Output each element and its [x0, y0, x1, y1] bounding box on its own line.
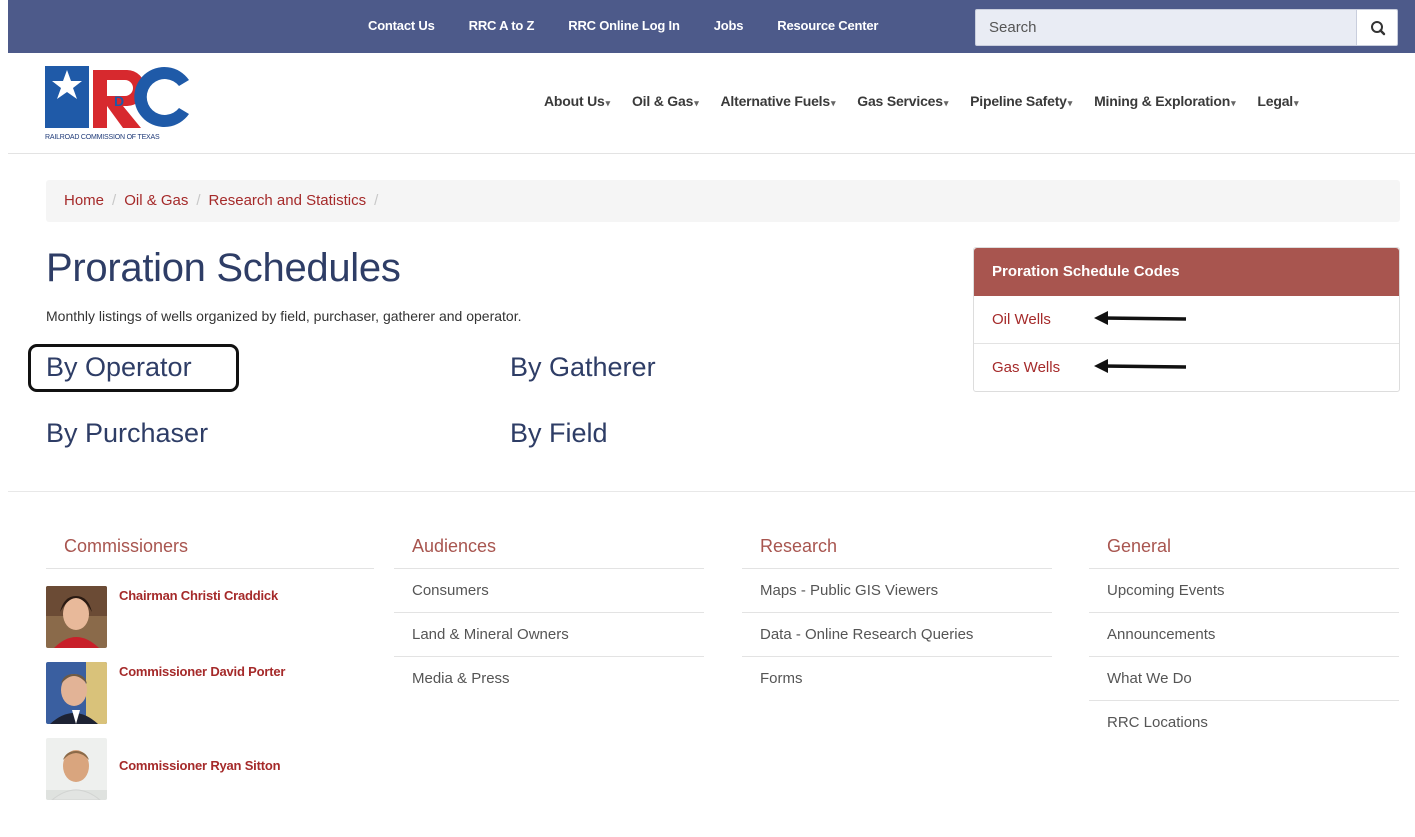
link-by-purchaser[interactable]: By Purchaser	[46, 418, 208, 449]
footer-divider	[8, 491, 1415, 492]
footer-link-upcoming-events[interactable]: Upcoming Events	[1089, 569, 1399, 613]
footer-heading-general: General	[1089, 532, 1399, 569]
commissioner-porter[interactable]: Commissioner David Porter	[46, 662, 346, 724]
link-gas-wells[interactable]: Gas Wells	[992, 359, 1060, 376]
footer-audiences: Audiences Consumers Land & Mineral Owner…	[394, 532, 704, 701]
breadcrumb-separator: /	[374, 192, 379, 209]
rrc-logo[interactable]: D RAILROAD COMMISSION OF TEXAS	[45, 66, 193, 146]
site-header: D RAILROAD COMMISSION OF TEXAS About Us▾…	[8, 53, 1415, 154]
commissioner-name: Commissioner Ryan Sitton	[119, 758, 281, 773]
dropdown-caret-icon: ▾	[830, 98, 836, 108]
avatar	[46, 738, 107, 800]
footer-link-land-mineral-owners[interactable]: Land & Mineral Owners	[394, 613, 704, 657]
dropdown-caret-icon: ▾	[605, 98, 611, 108]
search-icon	[1371, 21, 1386, 36]
main-nav: About Us▾ Oil & Gas▾ Alternative Fuels▾ …	[544, 93, 1299, 109]
search-placeholder: Search	[989, 19, 1037, 36]
nav-about-us[interactable]: About Us▾	[544, 93, 610, 109]
panel-item-oil-wells: Oil Wells	[974, 296, 1399, 344]
breadcrumb-separator: /	[112, 192, 117, 209]
footer-link-forms[interactable]: Forms	[742, 657, 1052, 701]
breadcrumb-research-statistics[interactable]: Research and Statistics	[209, 192, 367, 209]
breadcrumb-oil-gas[interactable]: Oil & Gas	[124, 192, 188, 209]
link-oil-wells[interactable]: Oil Wells	[992, 311, 1051, 328]
link-by-field[interactable]: By Field	[510, 418, 608, 449]
logo-tagline: RAILROAD COMMISSION OF TEXAS	[45, 134, 160, 141]
dropdown-caret-icon: ▾	[943, 98, 949, 108]
utility-nav: Contact Us RRC A to Z RRC Online Log In …	[368, 18, 912, 33]
link-by-operator[interactable]: By Operator	[46, 352, 192, 383]
breadcrumb-separator: /	[196, 192, 201, 209]
footer-link-consumers[interactable]: Consumers	[394, 569, 704, 613]
commissioner-name: Commissioner David Porter	[119, 664, 286, 679]
footer-commissioners: Commissioners	[46, 532, 374, 569]
footer-link-gis-viewers[interactable]: Maps - Public GIS Viewers	[742, 569, 1052, 613]
dropdown-caret-icon: ▾	[1231, 98, 1236, 108]
footer-heading-audiences: Audiences	[394, 532, 704, 569]
page-title: Proration Schedules	[46, 246, 401, 290]
footer-link-research-queries[interactable]: Data - Online Research Queries	[742, 613, 1052, 657]
nav-oil-gas[interactable]: Oil & Gas▾	[632, 93, 699, 109]
footer-link-media-press[interactable]: Media & Press	[394, 657, 704, 701]
nav-gas-services[interactable]: Gas Services▾	[857, 93, 948, 109]
footer-research: Research Maps - Public GIS Viewers Data …	[742, 532, 1052, 701]
dropdown-caret-icon: ▾	[1293, 98, 1299, 108]
footer-heading-commissioners: Commissioners	[46, 532, 374, 569]
utility-link-resource-center[interactable]: Resource Center	[777, 18, 878, 33]
commissioner-sitton[interactable]: Commissioner Ryan Sitton	[46, 738, 346, 800]
footer-general: General Upcoming Events Announcements Wh…	[1089, 532, 1399, 745]
utility-link-online-login[interactable]: RRC Online Log In	[568, 18, 680, 33]
commissioner-name: Chairman Christi Craddick	[119, 588, 278, 603]
footer-link-rrc-locations[interactable]: RRC Locations	[1089, 701, 1399, 745]
utility-link-rrc-a-to-z[interactable]: RRC A to Z	[469, 18, 535, 33]
nav-mining-exploration[interactable]: Mining & Exploration▾	[1094, 93, 1236, 109]
footer-link-announcements[interactable]: Announcements	[1089, 613, 1399, 657]
utility-link-jobs[interactable]: Jobs	[714, 18, 744, 33]
panel-heading: Proration Schedule Codes	[974, 248, 1399, 296]
panel-item-gas-wells: Gas Wells	[974, 344, 1399, 392]
dropdown-caret-icon: ▾	[694, 98, 699, 108]
svg-text:D: D	[114, 93, 124, 109]
arrow-left-icon	[1094, 359, 1187, 373]
search-button[interactable]	[1356, 9, 1398, 46]
arrow-left-icon	[1094, 311, 1187, 325]
search-input[interactable]: Search	[975, 9, 1357, 46]
nav-legal[interactable]: Legal▾	[1257, 93, 1298, 109]
commissioner-craddick[interactable]: Chairman Christi Craddick	[46, 586, 346, 648]
nav-alternative-fuels[interactable]: Alternative Fuels▾	[721, 93, 836, 109]
page-description: Monthly listings of wells organized by f…	[46, 308, 522, 324]
nav-pipeline-safety[interactable]: Pipeline Safety▾	[970, 93, 1072, 109]
avatar	[46, 586, 107, 648]
utility-link-contact-us[interactable]: Contact Us	[368, 18, 435, 33]
link-by-gatherer[interactable]: By Gatherer	[510, 352, 656, 383]
dropdown-caret-icon: ▾	[1067, 98, 1073, 108]
breadcrumb: Home / Oil & Gas / Research and Statistics /	[46, 180, 1400, 222]
footer-heading-research: Research	[742, 532, 1052, 569]
breadcrumb-home[interactable]: Home	[64, 192, 104, 209]
avatar	[46, 662, 107, 724]
footer-link-what-we-do[interactable]: What We Do	[1089, 657, 1399, 701]
proration-codes-panel: Proration Schedule Codes Oil Wells Gas W…	[973, 247, 1400, 392]
